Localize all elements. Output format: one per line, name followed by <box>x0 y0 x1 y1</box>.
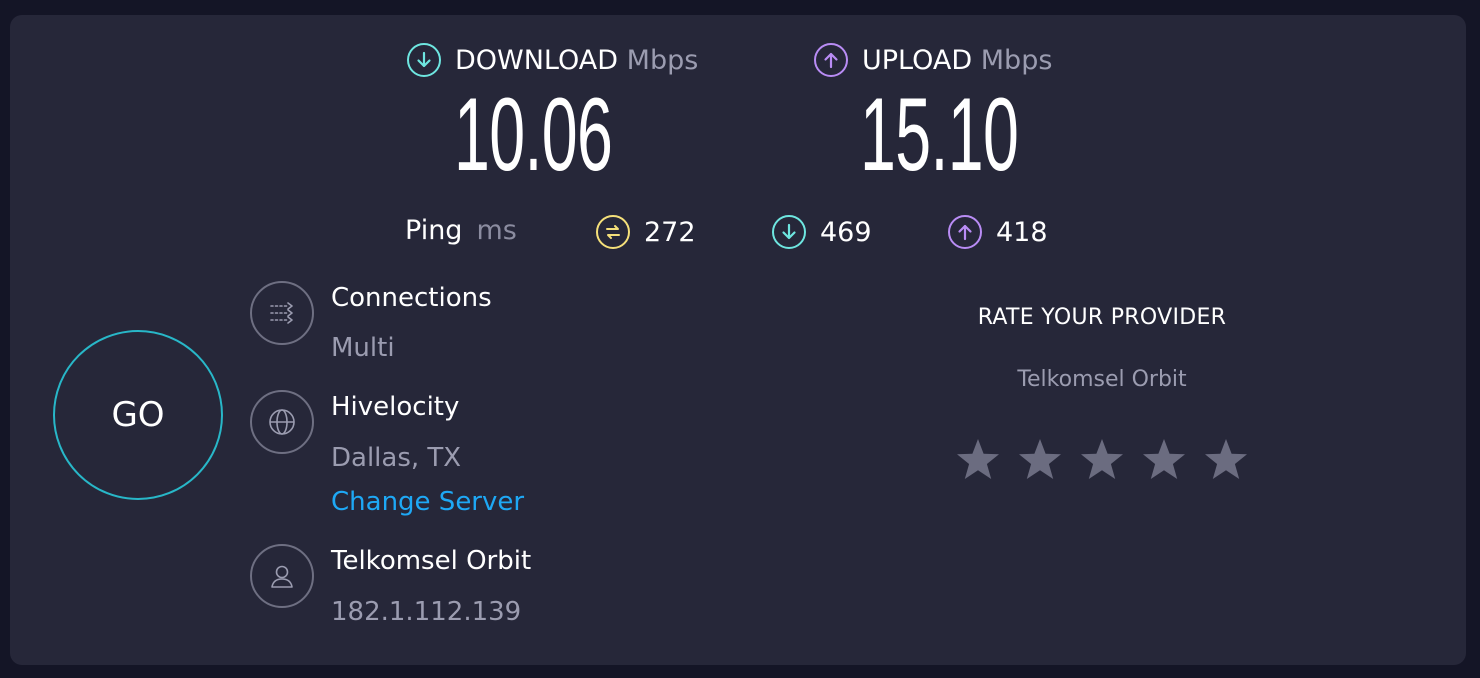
ping-idle-icon <box>596 215 630 249</box>
star-icon[interactable] <box>1078 436 1126 484</box>
star-icon[interactable] <box>1140 436 1188 484</box>
connections-arrows-icon <box>270 302 293 324</box>
upload-speed-value: 15.10 <box>860 77 1019 193</box>
ping-unit: ms <box>476 215 517 246</box>
ping-idle-value: 272 <box>644 216 696 248</box>
download-header: DOWNLOAD Mbps <box>407 43 698 77</box>
upload-title: UPLOAD <box>862 44 973 76</box>
ping-download: 469 <box>772 215 872 249</box>
arrow-up-circle-icon <box>948 215 982 249</box>
ping-label-group: Ping ms <box>405 215 517 246</box>
ping-label: Ping <box>405 215 463 246</box>
upload-unit: Mbps <box>980 44 1053 76</box>
go-button[interactable]: GO <box>53 330 223 500</box>
server-icon-wrap <box>250 390 314 454</box>
provider-title: Telkomsel Orbit <box>331 546 532 576</box>
ping-upload: 418 <box>948 215 1048 249</box>
star-icon[interactable] <box>954 436 1002 484</box>
star-icon[interactable] <box>1202 436 1250 484</box>
server-title: Hivelocity <box>331 392 460 422</box>
ping-idle: 272 <box>596 215 696 249</box>
arrow-up-circle-icon <box>814 43 848 77</box>
go-button-label: GO <box>111 395 165 435</box>
user-icon <box>271 565 293 588</box>
connections-value[interactable]: Multi <box>331 333 395 363</box>
download-title: DOWNLOAD <box>455 44 619 76</box>
rate-provider-title: RATE YOUR PROVIDER <box>977 305 1227 330</box>
provider-ip: 182.1.112.139 <box>331 597 522 627</box>
upload-header: UPLOAD Mbps <box>814 43 1052 77</box>
download-speed-value: 10.06 <box>454 77 613 193</box>
server-location: Dallas, TX <box>331 443 462 473</box>
ping-upload-value: 418 <box>996 216 1048 248</box>
change-server-link[interactable]: Change Server <box>331 487 524 517</box>
star-icon[interactable] <box>1016 436 1064 484</box>
arrow-down-circle-icon <box>407 43 441 77</box>
globe-icon <box>269 409 295 435</box>
speedtest-result-card: DOWNLOAD Mbps 10.06 UPLOAD Mbps 15.10 Pi… <box>10 15 1466 665</box>
ping-download-value: 469 <box>820 216 872 248</box>
download-unit: Mbps <box>626 44 699 76</box>
connections-icon-wrap <box>250 281 314 345</box>
arrow-down-circle-icon <box>772 215 806 249</box>
provider-icon-wrap <box>250 544 314 608</box>
rating-stars <box>954 436 1250 484</box>
connections-title: Connections <box>331 283 492 313</box>
rate-provider-name: Telkomsel Orbit <box>1017 367 1187 392</box>
